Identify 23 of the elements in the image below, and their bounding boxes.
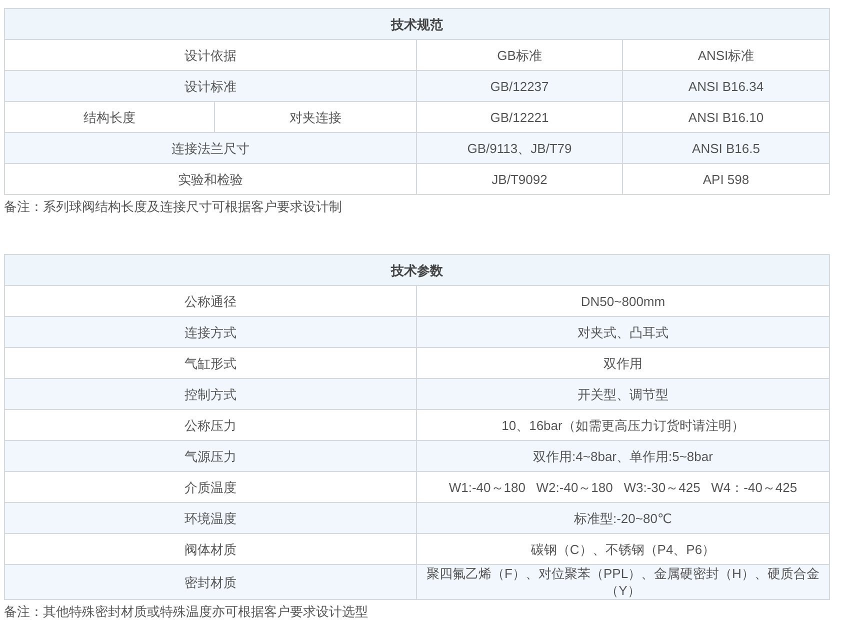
table-cell: 实验和检验 xyxy=(4,164,416,194)
table-cell: ANSI B16.5 xyxy=(622,132,830,164)
table-cell: GB/9113、JB/T79 xyxy=(416,132,622,164)
table-cell: JB/T9092 xyxy=(416,164,622,194)
note-text: 备注：系列球阀结构长度及连接尺寸可根据客户要求设计制 xyxy=(4,199,342,214)
table-cell: API 598 xyxy=(622,164,830,194)
table-cell: 控制方式 xyxy=(4,378,416,410)
table-cell: 气源压力 xyxy=(4,440,416,472)
table-cell: 开关型、调节型 xyxy=(416,378,830,410)
note-text: 备注：其他特殊密封材质或特殊温度亦可根据客户要求设计选型 xyxy=(4,604,368,619)
table-cell: 对夹式、凸耳式 xyxy=(416,316,830,348)
table-cell: ANSI B16.34 xyxy=(622,70,830,102)
table-cell: 聚四氟乙烯（F）、对位聚苯（PPL）、金属硬密封（H）、硬质合金（Y） xyxy=(416,564,830,600)
table-cell: 环境温度 xyxy=(4,502,416,534)
table-cell: 密封材质 xyxy=(4,564,416,600)
table-cell: 标准型:-20~80℃ xyxy=(416,502,830,534)
table-cell: 连接方式 xyxy=(4,316,416,348)
table-cell: 双作用:4~8bar、单作用:5~8bar xyxy=(416,440,830,472)
table-cell: GB/12237 xyxy=(416,70,622,102)
table-title: 技术参数 xyxy=(4,254,830,286)
table-cell: 连接法兰尺寸 xyxy=(4,132,416,164)
table-title: 技术规范 xyxy=(4,8,830,40)
table-cell: 设计标准 xyxy=(4,70,416,102)
